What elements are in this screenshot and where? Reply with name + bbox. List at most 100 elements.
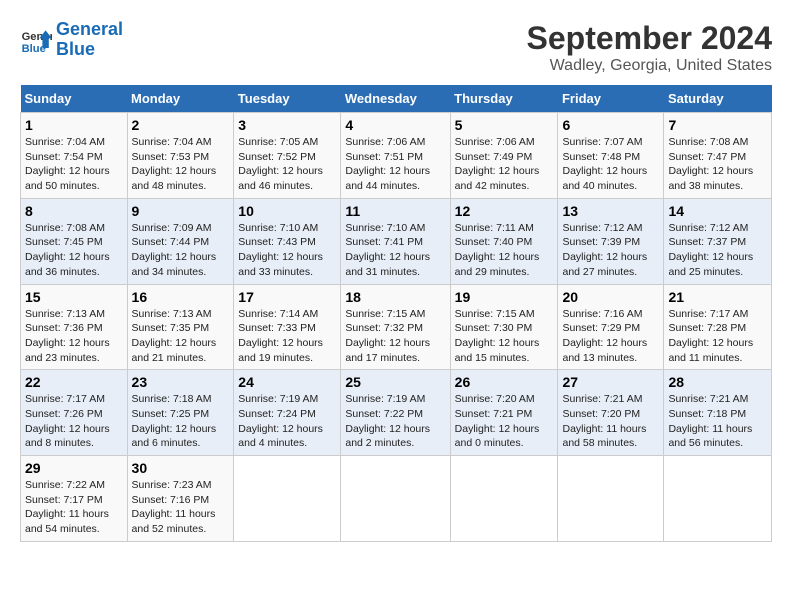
day-number: 5	[455, 117, 554, 133]
calendar-day-cell: 26 Sunrise: 7:20 AMSunset: 7:21 PMDayligh…	[450, 370, 558, 456]
calendar-day-cell: 18 Sunrise: 7:15 AMSunset: 7:32 PMDayligh…	[341, 284, 450, 370]
calendar-day-cell: 28 Sunrise: 7:21 AMSunset: 7:18 PMDayligh…	[664, 370, 772, 456]
day-info: Sunrise: 7:06 AMSunset: 7:49 PMDaylight:…	[455, 136, 540, 192]
calendar-day-cell: 9 Sunrise: 7:09 AMSunset: 7:44 PMDaylight…	[127, 198, 234, 284]
day-info: Sunrise: 7:10 AMSunset: 7:43 PMDaylight:…	[238, 222, 323, 278]
day-number: 15	[25, 289, 123, 305]
calendar-day-cell: 16Sunrise: 7:13 AMSunset: 7:35 PMDayligh…	[127, 284, 234, 370]
calendar-day-cell: 20Sunrise: 7:16 AMSunset: 7:29 PMDayligh…	[558, 284, 664, 370]
day-info: Sunrise: 7:11 AMSunset: 7:40 PMDaylight:…	[455, 222, 540, 278]
day-number: 7	[668, 117, 767, 133]
logo-icon: General Blue	[20, 24, 52, 56]
calendar-day-cell: 8 Sunrise: 7:08 AMSunset: 7:45 PMDaylight…	[21, 198, 128, 284]
day-number: 28	[668, 374, 767, 390]
calendar-day-cell: 19Sunrise: 7:15 AMSunset: 7:30 PMDayligh…	[450, 284, 558, 370]
day-info: Sunrise: 7:23 AMSunset: 7:16 PMDaylight:…	[132, 479, 216, 535]
calendar-day-cell: 25Sunrise: 7:19 AMSunset: 7:22 PMDayligh…	[341, 370, 450, 456]
day-info: Sunrise: 7:05 AMSunset: 7:52 PMDaylight:…	[238, 136, 323, 192]
empty-cell	[341, 456, 450, 542]
day-info: Sunrise: 7:17 AMSunset: 7:26 PMDaylight:…	[25, 393, 110, 449]
col-friday: Friday	[558, 85, 664, 113]
col-sunday: Sunday	[21, 85, 128, 113]
day-info: Sunrise: 7:21 AMSunset: 7:18 PMDaylight:…	[668, 393, 752, 449]
day-info: Sunrise: 7:22 AMSunset: 7:17 PMDaylight:…	[25, 479, 109, 535]
calendar-subtitle: Wadley, Georgia, United States	[527, 57, 772, 75]
day-info: Sunrise: 7:15 AMSunset: 7:30 PMDaylight:…	[455, 308, 540, 364]
day-number: 4	[345, 117, 445, 133]
day-number: 24	[238, 374, 336, 390]
day-info: Sunrise: 7:15 AMSunset: 7:32 PMDaylight:…	[345, 308, 430, 364]
day-info: Sunrise: 7:07 AMSunset: 7:48 PMDaylight:…	[562, 136, 647, 192]
day-number: 9	[132, 203, 230, 219]
calendar-day-cell: 30 Sunrise: 7:23 AMSunset: 7:16 PMDayligh…	[127, 456, 234, 542]
day-info: Sunrise: 7:18 AMSunset: 7:25 PMDaylight:…	[132, 393, 217, 449]
col-monday: Monday	[127, 85, 234, 113]
day-number: 8	[25, 203, 123, 219]
page-header: General Blue GeneralBlue September 2024 …	[20, 20, 772, 75]
calendar-day-cell: 6 Sunrise: 7:07 AMSunset: 7:48 PMDaylight…	[558, 113, 664, 199]
calendar-day-cell: 12 Sunrise: 7:11 AMSunset: 7:40 PMDayligh…	[450, 198, 558, 284]
day-info: Sunrise: 7:09 AMSunset: 7:44 PMDaylight:…	[132, 222, 217, 278]
day-info: Sunrise: 7:10 AMSunset: 7:41 PMDaylight:…	[345, 222, 430, 278]
calendar-day-cell: 5 Sunrise: 7:06 AMSunset: 7:49 PMDaylight…	[450, 113, 558, 199]
day-number: 27	[562, 374, 659, 390]
empty-cell	[664, 456, 772, 542]
calendar-day-cell: 17 Sunrise: 7:14 AMSunset: 7:33 PMDayligh…	[234, 284, 341, 370]
col-wednesday: Wednesday	[341, 85, 450, 113]
calendar-day-cell: 27 Sunrise: 7:21 AMSunset: 7:20 PMDayligh…	[558, 370, 664, 456]
calendar-week-row: 1 Sunrise: 7:04 AMSunset: 7:54 PMDaylight…	[21, 113, 772, 199]
empty-cell	[558, 456, 664, 542]
calendar-table: Sunday Monday Tuesday Wednesday Thursday…	[20, 85, 772, 542]
calendar-day-cell: 10 Sunrise: 7:10 AMSunset: 7:43 PMDayligh…	[234, 198, 341, 284]
day-number: 29	[25, 460, 123, 476]
col-thursday: Thursday	[450, 85, 558, 113]
title-area: September 2024 Wadley, Georgia, United S…	[527, 20, 772, 75]
logo-text: GeneralBlue	[56, 20, 123, 60]
day-info: Sunrise: 7:20 AMSunset: 7:21 PMDaylight:…	[455, 393, 540, 449]
day-info: Sunrise: 7:06 AMSunset: 7:51 PMDaylight:…	[345, 136, 430, 192]
day-number: 12	[455, 203, 554, 219]
calendar-day-cell: 7 Sunrise: 7:08 AMSunset: 7:47 PMDaylight…	[664, 113, 772, 199]
calendar-header-row: Sunday Monday Tuesday Wednesday Thursday…	[21, 85, 772, 113]
calendar-day-cell: 22 Sunrise: 7:17 AMSunset: 7:26 PMDayligh…	[21, 370, 128, 456]
day-number: 2	[132, 117, 230, 133]
day-info: Sunrise: 7:13 AMSunset: 7:36 PMDaylight:…	[25, 308, 110, 364]
calendar-day-cell: 1 Sunrise: 7:04 AMSunset: 7:54 PMDaylight…	[21, 113, 128, 199]
day-info: Sunrise: 7:21 AMSunset: 7:20 PMDaylight:…	[562, 393, 646, 449]
calendar-day-cell: 21 Sunrise: 7:17 AMSunset: 7:28 PMDayligh…	[664, 284, 772, 370]
calendar-week-row: 8 Sunrise: 7:08 AMSunset: 7:45 PMDaylight…	[21, 198, 772, 284]
empty-cell	[234, 456, 341, 542]
calendar-day-cell: 24Sunrise: 7:19 AMSunset: 7:24 PMDayligh…	[234, 370, 341, 456]
day-info: Sunrise: 7:12 AMSunset: 7:37 PMDaylight:…	[668, 222, 753, 278]
logo: General Blue GeneralBlue	[20, 20, 123, 60]
day-number: 26	[455, 374, 554, 390]
day-number: 1	[25, 117, 123, 133]
day-number: 13	[562, 203, 659, 219]
calendar-week-row: 22 Sunrise: 7:17 AMSunset: 7:26 PMDayligh…	[21, 370, 772, 456]
day-info: Sunrise: 7:14 AMSunset: 7:33 PMDaylight:…	[238, 308, 323, 364]
day-number: 6	[562, 117, 659, 133]
calendar-day-cell: 23Sunrise: 7:18 AMSunset: 7:25 PMDayligh…	[127, 370, 234, 456]
day-number: 14	[668, 203, 767, 219]
calendar-week-row: 15 Sunrise: 7:13 AMSunset: 7:36 PMDayligh…	[21, 284, 772, 370]
day-info: Sunrise: 7:16 AMSunset: 7:29 PMDaylight:…	[562, 308, 647, 364]
svg-text:Blue: Blue	[22, 43, 46, 55]
day-number: 17	[238, 289, 336, 305]
empty-cell	[450, 456, 558, 542]
calendar-title: September 2024	[527, 20, 772, 57]
calendar-day-cell: 11Sunrise: 7:10 AMSunset: 7:41 PMDayligh…	[341, 198, 450, 284]
day-number: 21	[668, 289, 767, 305]
day-number: 30	[132, 460, 230, 476]
calendar-day-cell: 2Sunrise: 7:04 AMSunset: 7:53 PMDaylight…	[127, 113, 234, 199]
calendar-day-cell: 4 Sunrise: 7:06 AMSunset: 7:51 PMDaylight…	[341, 113, 450, 199]
day-number: 16	[132, 289, 230, 305]
day-info: Sunrise: 7:08 AMSunset: 7:47 PMDaylight:…	[668, 136, 753, 192]
day-number: 22	[25, 374, 123, 390]
day-info: Sunrise: 7:08 AMSunset: 7:45 PMDaylight:…	[25, 222, 110, 278]
day-number: 18	[345, 289, 445, 305]
day-number: 10	[238, 203, 336, 219]
day-info: Sunrise: 7:04 AMSunset: 7:54 PMDaylight:…	[25, 136, 110, 192]
calendar-day-cell: 3Sunrise: 7:05 AMSunset: 7:52 PMDaylight…	[234, 113, 341, 199]
day-info: Sunrise: 7:17 AMSunset: 7:28 PMDaylight:…	[668, 308, 753, 364]
calendar-week-row: 29 Sunrise: 7:22 AMSunset: 7:17 PMDayligh…	[21, 456, 772, 542]
